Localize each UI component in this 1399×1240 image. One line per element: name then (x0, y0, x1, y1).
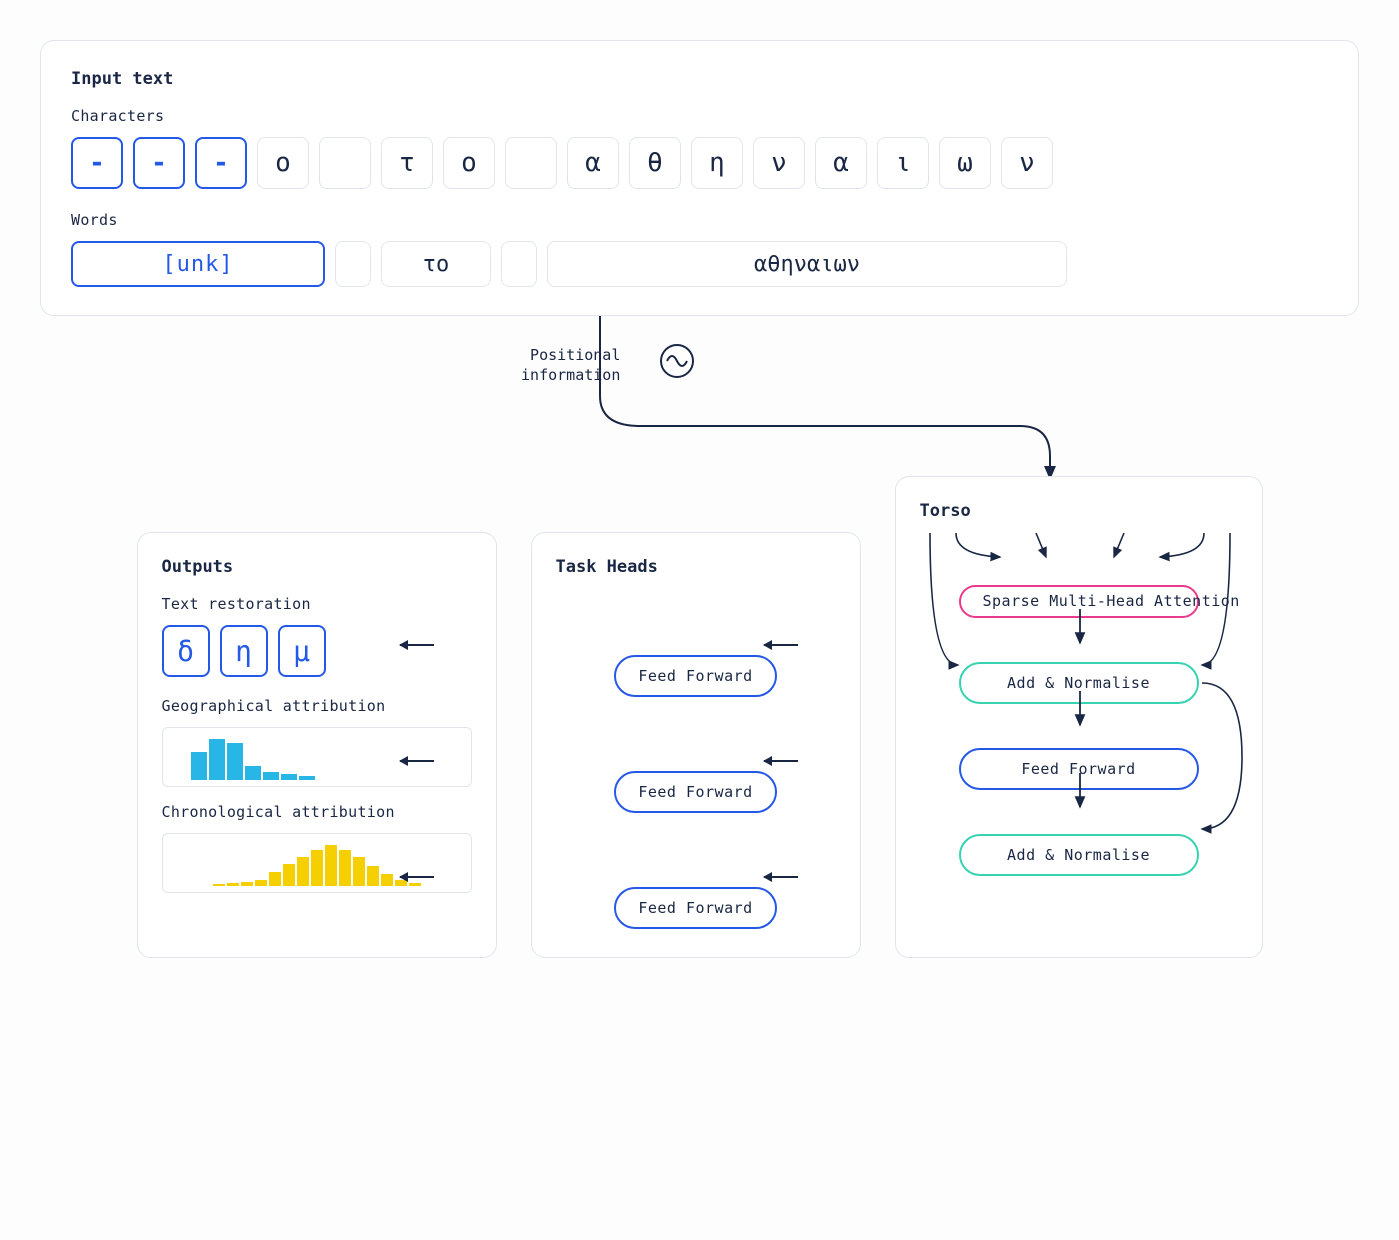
torso-stack: Sparse Multi-Head Attention Add & Normal… (920, 585, 1238, 876)
characters-label: Characters (71, 107, 1328, 125)
arrow-torso-to-taskheads-2 (764, 760, 798, 762)
chart-bar (311, 850, 323, 886)
task-heads-title: Task Heads (556, 557, 836, 577)
chronological-label: Chronological attribution (162, 803, 472, 821)
add-normalise-pill-2: Add & Normalise (959, 834, 1199, 876)
feed-forward-pill-3: Feed Forward (614, 887, 776, 929)
geographical-chart (162, 727, 472, 787)
torso-panel: Torso Sparse Multi-Head Attention Add & … (895, 476, 1263, 958)
char-box: τ (381, 137, 433, 189)
words-row: [unk] το αθηναιων (71, 241, 1328, 287)
char-box: ο (443, 137, 495, 189)
characters-row: ---οτοαθηναιων (71, 137, 1328, 189)
sparse-attention-pill: Sparse Multi-Head Attention (959, 585, 1199, 618)
chart-bar (297, 857, 309, 886)
chart-bar (381, 874, 393, 886)
char-box: ω (939, 137, 991, 189)
chart-bar (367, 866, 379, 886)
char-box: ν (1001, 137, 1053, 189)
char-box: η (691, 137, 743, 189)
chart-bar (227, 883, 239, 886)
chart-bar (209, 739, 225, 780)
chart-bar (339, 850, 351, 886)
char-box: - (195, 137, 247, 189)
positional-info-label: Positional information (521, 346, 620, 385)
torso-title: Torso (920, 501, 1238, 521)
outputs-title: Outputs (162, 557, 472, 577)
chart-bar (245, 766, 261, 780)
char-box: - (133, 137, 185, 189)
char-box: - (71, 137, 123, 189)
words-label: Words (71, 211, 1328, 229)
restoration-chars-row: δημ (162, 625, 472, 677)
char-box (505, 137, 557, 189)
chart-bar (353, 857, 365, 886)
char-box: θ (629, 137, 681, 189)
chart-bar (325, 845, 337, 886)
restoration-char: η (220, 625, 268, 677)
arrow-taskheads-to-outputs-3 (400, 876, 434, 878)
chart-bar (241, 882, 253, 886)
char-box: α (567, 137, 619, 189)
char-box (319, 137, 371, 189)
restoration-char: δ (162, 625, 210, 677)
word-box (501, 241, 537, 287)
geographical-label: Geographical attribution (162, 697, 472, 715)
task-heads-stack: Feed Forward Feed Forward Feed Forward (556, 655, 836, 929)
connector-path (40, 316, 1359, 476)
chart-bar (255, 880, 267, 886)
input-panel: Input text Characters ---οτοαθηναιων Wor… (40, 40, 1359, 316)
chart-bar (409, 883, 421, 886)
feed-forward-pill-1: Feed Forward (614, 655, 776, 697)
add-normalise-pill-1: Add & Normalise (959, 662, 1199, 704)
chart-bar (263, 772, 279, 780)
outputs-panel: Outputs Text restoration δημ Geographica… (137, 532, 497, 958)
arrow-torso-to-taskheads-3 (764, 876, 798, 878)
chart-bar (269, 872, 281, 886)
chart-bar (283, 864, 295, 886)
feed-forward-pill-2: Feed Forward (614, 771, 776, 813)
connector-zone: Positional information (40, 316, 1359, 476)
input-title: Input text (71, 69, 1328, 89)
chart-bar (299, 776, 315, 780)
chart-bar (213, 884, 225, 886)
sine-wave-icon (660, 344, 694, 378)
char-box: ι (877, 137, 929, 189)
char-box: α (815, 137, 867, 189)
torso-feed-forward-pill: Feed Forward (959, 748, 1199, 790)
word-box (335, 241, 371, 287)
positional-line2: information (521, 366, 620, 384)
arrow-torso-to-taskheads-1 (764, 644, 798, 646)
text-restoration-label: Text restoration (162, 595, 472, 613)
chart-bar (281, 774, 297, 780)
architecture-grid: Outputs Text restoration δημ Geographica… (40, 476, 1359, 958)
word-box: αθηναιων (547, 241, 1067, 287)
chart-bar (227, 743, 243, 780)
arrow-taskheads-to-outputs-2 (400, 760, 434, 762)
positional-line1: Positional (530, 346, 620, 364)
char-box: ν (753, 137, 805, 189)
word-box: το (381, 241, 491, 287)
arrow-taskheads-to-outputs-1 (400, 644, 434, 646)
chronological-chart (162, 833, 472, 893)
chart-bar (191, 752, 207, 780)
char-box: ο (257, 137, 309, 189)
task-heads-panel: Task Heads Feed Forward Feed Forward Fee… (531, 532, 861, 958)
restoration-char: μ (278, 625, 326, 677)
word-box: [unk] (71, 241, 325, 287)
